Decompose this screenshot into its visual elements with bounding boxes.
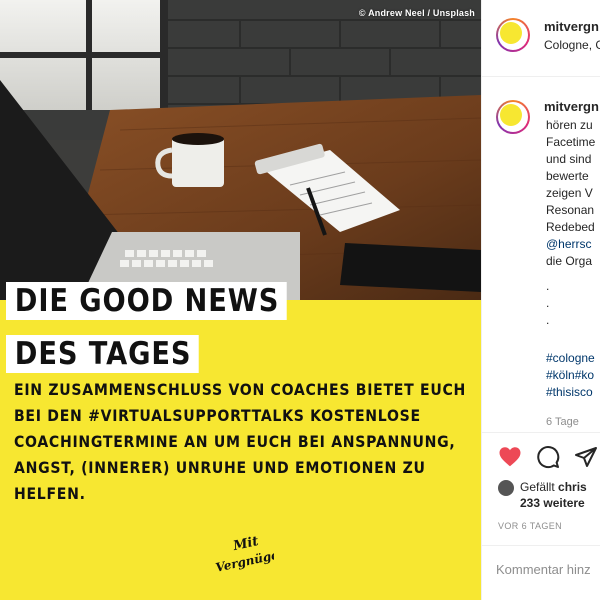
body-line: BEI DEN #VIRTUALSUPPORTTALKS KOSTENLOSE bbox=[14, 406, 421, 425]
caption-mention-link[interactable]: @herrsc bbox=[546, 236, 595, 253]
caption-dot: . bbox=[546, 313, 550, 327]
body-line: COACHINGTERMINE AN UM EUCH BEI ANSPANNUN… bbox=[14, 432, 456, 451]
likes-summary: Gefällt chris 233 weitere bbox=[520, 479, 587, 511]
caption-line: Facetime bbox=[546, 135, 596, 149]
post-image[interactable]: © Andrew Neel / Unsplash DIE GOOD NEWS D… bbox=[0, 0, 481, 600]
header-location[interactable]: Cologne, G bbox=[544, 38, 600, 52]
heart-icon[interactable] bbox=[498, 445, 522, 469]
hashtag-link[interactable]: #thisisco bbox=[546, 384, 595, 401]
comment-input[interactable] bbox=[496, 562, 600, 577]
brand-logo: Mit Vergnügen bbox=[214, 534, 274, 575]
caption-dots: . . . bbox=[546, 278, 549, 329]
header-username[interactable]: mitvergn bbox=[544, 19, 599, 34]
body-line: ANGST, (INNERER) UNRUHE UND EMOTIONEN ZU bbox=[14, 458, 426, 477]
post-actions: Gefällt chris 233 weitere VOR 6 TAGEN bbox=[482, 432, 600, 533]
headline-line-2: DES TAGES bbox=[6, 335, 199, 373]
caption-dot: . bbox=[546, 279, 550, 293]
caption-username[interactable]: mitvergn bbox=[544, 99, 599, 114]
caption-dot: . bbox=[546, 296, 550, 310]
liker-avatar[interactable] bbox=[498, 480, 514, 496]
desk-photo: © Andrew Neel / Unsplash bbox=[0, 0, 481, 300]
post-body-text: EIN ZUSAMMENSCHLUSS VON COACHES BIETET E… bbox=[14, 377, 472, 507]
avatar[interactable] bbox=[496, 18, 530, 52]
caption-hashtags: #cologne #köln#ko #thisisco bbox=[546, 350, 595, 401]
comment-box bbox=[482, 545, 600, 600]
caption-text: hören zu Facetime und sind bewerte zeige… bbox=[546, 117, 595, 270]
avatar-logo-icon bbox=[500, 22, 522, 44]
comment-icon[interactable] bbox=[536, 445, 560, 469]
avatar-logo-icon bbox=[500, 104, 522, 126]
likes-prefix: Gefällt bbox=[520, 480, 559, 494]
caption-line: zeigen V bbox=[546, 186, 593, 200]
caption-line: hören zu bbox=[546, 118, 593, 132]
body-line: EIN ZUSAMMENSCHLUSS VON COACHES BIETET E… bbox=[14, 380, 467, 399]
caption-line: Redebed bbox=[546, 220, 595, 234]
caption-line: die Orga bbox=[546, 254, 593, 268]
likes-count-link[interactable]: 233 weitere bbox=[520, 496, 585, 510]
caption-avatar[interactable] bbox=[496, 100, 530, 134]
caption-line: und sind bbox=[546, 152, 592, 166]
hashtag-link[interactable]: #köln#ko bbox=[546, 367, 595, 384]
headline-line-1: DIE GOOD NEWS bbox=[6, 282, 287, 320]
post-sidebar: mitvergn Cologne, G mitvergn hören zu Fa… bbox=[481, 0, 600, 600]
hashtag-link[interactable]: #cologne bbox=[546, 350, 595, 367]
post-date[interactable]: VOR 6 TAGEN bbox=[498, 521, 562, 531]
caption-line: bewerte bbox=[546, 169, 589, 183]
caption-line: Resonan bbox=[546, 203, 595, 217]
share-icon[interactable] bbox=[574, 445, 598, 469]
body-line: HELFEN. bbox=[14, 484, 86, 503]
photo-credit: © Andrew Neel / Unsplash bbox=[358, 8, 475, 18]
caption-time-ago[interactable]: 6 Tage bbox=[546, 416, 579, 428]
liker-name-link[interactable]: chris bbox=[558, 480, 587, 494]
post-header: mitvergn Cologne, G bbox=[482, 0, 600, 77]
svg-text:Mit: Mit bbox=[231, 534, 260, 554]
desk-photo-illustration bbox=[0, 0, 481, 300]
